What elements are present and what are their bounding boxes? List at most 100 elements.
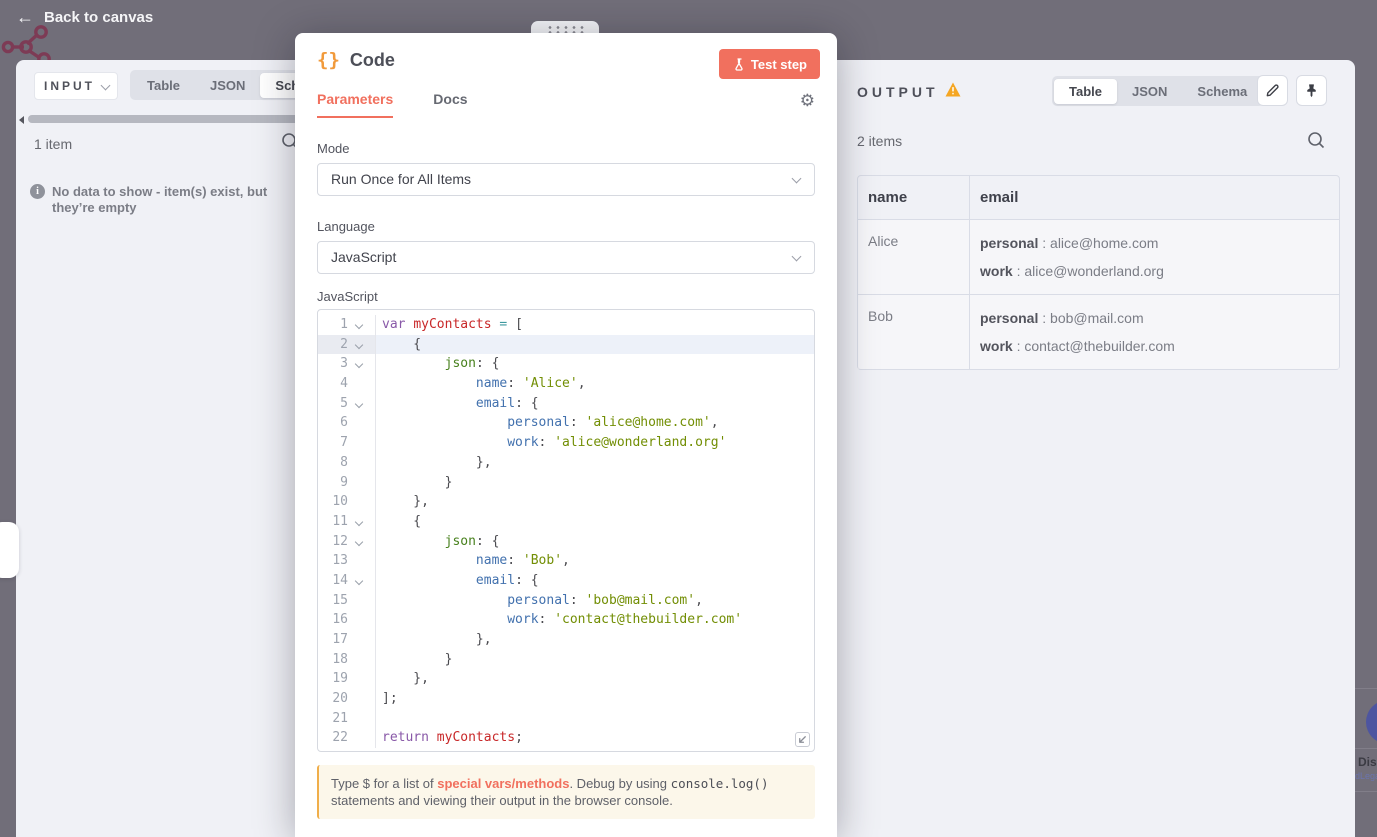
fold-chevron-icon[interactable] — [348, 512, 370, 532]
horizontal-scrollbar[interactable] — [28, 115, 300, 123]
input-empty-notice: i No data to show - item(s) exist, but t… — [30, 184, 310, 216]
line-number: 8 — [340, 454, 348, 470]
editor-hint-callout: Type $ for a list of special vars/method… — [317, 765, 815, 819]
code-line: 16 work: 'contact@thebuilder.com' — [318, 610, 814, 630]
special-vars-link[interactable]: special vars/methods — [437, 776, 569, 791]
input-empty-message: No data to show - item(s) exist, but the… — [52, 184, 268, 215]
line-number: 11 — [332, 513, 348, 529]
code-line: 11 { — [318, 511, 814, 532]
fold-chevron-icon — [348, 689, 370, 709]
line-number: 20 — [332, 691, 348, 707]
background-label: Dis — [1358, 755, 1377, 769]
code-line: 19 }, — [318, 669, 814, 690]
mode-label: Mode — [317, 141, 350, 156]
line-number: 5 — [340, 395, 348, 411]
input-source-select[interactable]: INPUT — [34, 72, 118, 100]
code-line: 10 }, — [318, 492, 814, 512]
background-avatar — [1366, 700, 1377, 744]
pin-data-button[interactable] — [1296, 75, 1327, 106]
language-select[interactable]: JavaScript — [317, 241, 815, 274]
fold-chevron-icon[interactable] — [348, 354, 370, 374]
code-line: 20]; — [318, 689, 814, 709]
code-line: 7 work: 'alice@wonderland.org' — [318, 433, 814, 453]
code-line: 9 } — [318, 472, 814, 493]
output-panel: OUTPUT Table JSON Schema 2 items name emai… — [837, 60, 1355, 837]
editor-resize-handle[interactable] — [795, 732, 810, 747]
tab-schema[interactable]: Schema — [1182, 79, 1262, 104]
cell-name: Bob — [858, 295, 970, 369]
line-number: 19 — [332, 671, 348, 687]
fold-chevron-icon — [348, 473, 370, 493]
fold-chevron-icon[interactable] — [348, 532, 370, 552]
code-line: 17 }, — [318, 630, 814, 650]
line-number: 10 — [332, 494, 348, 510]
fold-chevron-icon[interactable] — [348, 394, 370, 414]
back-arrow-icon: ← — [16, 7, 34, 27]
code-line: 18 } — [318, 649, 814, 670]
language-label: Language — [317, 219, 375, 234]
fold-chevron-icon — [348, 374, 370, 394]
line-number: 9 — [340, 474, 348, 490]
line-number: 1 — [340, 317, 348, 332]
info-icon: i — [30, 184, 45, 199]
flask-icon — [735, 57, 743, 71]
line-number: 21 — [332, 710, 348, 726]
code-line: 2 { — [318, 334, 814, 355]
code-node-icon: {} — [317, 49, 340, 71]
line-number: 4 — [340, 376, 348, 392]
fold-chevron-icon — [348, 433, 370, 453]
cell-email: personal : alice@home.com work : alice@wo… — [970, 220, 1339, 295]
edit-output-button[interactable] — [1257, 75, 1288, 106]
scroll-left-arrow-icon[interactable] — [19, 116, 24, 124]
node-title: Code — [349, 49, 395, 70]
line-number: 7 — [340, 435, 348, 451]
line-number: 17 — [332, 632, 348, 647]
left-panel-handle[interactable] — [0, 522, 19, 578]
input-items-count: 1 item — [34, 136, 73, 152]
code-line: 8 }, — [318, 452, 814, 473]
fold-chevron-icon[interactable] — [348, 335, 370, 355]
test-step-button[interactable]: Test step — [718, 49, 820, 79]
fold-chevron-icon — [348, 591, 370, 611]
code-editor[interactable]: 1 var myContacts = [2 {3 json: {4 name: '… — [317, 309, 815, 752]
cell-name: Alice — [858, 220, 970, 295]
line-number: 22 — [332, 730, 348, 746]
fold-chevron-icon — [348, 492, 370, 512]
node-settings-gear-icon[interactable]: ⚙ — [800, 91, 815, 111]
code-line: 22 return myContacts; — [318, 728, 814, 749]
chevron-down-icon — [791, 251, 802, 262]
tab-parameters[interactable]: Parameters — [317, 91, 394, 118]
code-line: 3 json: { — [318, 354, 814, 375]
fold-chevron-icon[interactable] — [348, 571, 370, 591]
code-editor-label: JavaScript — [317, 289, 378, 304]
input-panel-title: INPUT — [44, 79, 95, 93]
fold-chevron-icon — [348, 551, 370, 571]
line-number: 6 — [340, 415, 348, 431]
n8n-node-detail-view: ← Back to canvas INPUT TableJSONSchema 1… — [0, 0, 1377, 837]
back-to-canvas-button[interactable]: ← Back to canvas — [16, 8, 153, 26]
fold-chevron-icon — [348, 630, 370, 650]
fold-chevron-icon — [348, 709, 370, 729]
tab-table[interactable]: Table — [132, 73, 195, 98]
divider — [1355, 791, 1377, 792]
tab-json[interactable]: JSON — [1117, 79, 1182, 104]
back-label: Back to canvas — [44, 8, 154, 26]
table-row: Bob personal : bob@mail.com work : contact… — [858, 295, 1339, 369]
cell-email: personal : bob@mail.com work : contact@th… — [970, 295, 1339, 369]
output-search-icon[interactable] — [1307, 131, 1325, 149]
code-line: 1 var myContacts = [ — [318, 315, 814, 335]
tab-table[interactable]: Table — [1054, 78, 1117, 104]
mode-select[interactable]: Run Once for All Items — [317, 163, 815, 196]
output-view-tabs: Table JSON Schema — [1052, 76, 1265, 106]
code-line: 5 email: { — [318, 393, 814, 414]
background-sublabel: dLega — [1355, 771, 1377, 781]
line-number: 3 — [340, 356, 348, 372]
tab-docs[interactable]: Docs — [433, 91, 467, 118]
tab-json[interactable]: JSON — [195, 73, 260, 98]
divider — [1355, 748, 1377, 749]
code-line: 15 personal: 'bob@mail.com', — [318, 590, 814, 611]
fold-chevron-icon — [348, 728, 370, 748]
fold-chevron-icon — [348, 413, 370, 433]
fold-chevron-icon[interactable] — [348, 315, 370, 335]
code-line: 13 name: 'Bob', — [318, 551, 814, 571]
